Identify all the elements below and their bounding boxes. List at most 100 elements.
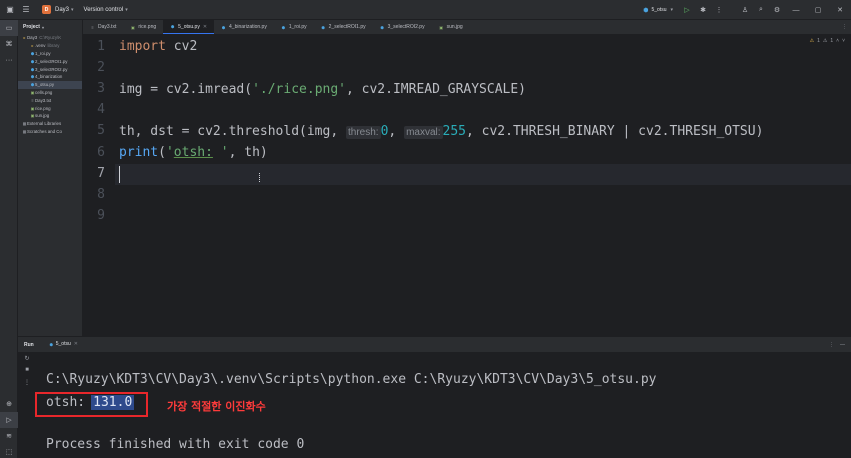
minimize-icon[interactable]: — [785,0,807,20]
tree-item-label: .venv [35,43,46,49]
more-icon[interactable]: ⋮ [842,24,847,30]
structure-icon[interactable]: ⌘ [0,36,18,52]
code-editor[interactable]: 1 2 3 4 5 6 7 8 9 ⚠ 1 ⚠ 1 ˄ ˅ import cv2… [83,35,851,336]
param-hint-maxval: maxval: [404,126,443,139]
tree-item[interactable]: ⬢ 5_otsu.py [18,80,82,89]
annotation-text: 가장 적절한 이진화수 [167,400,266,413]
stop-icon[interactable]: ■ [18,364,36,376]
folder-icon[interactable]: ▭ [0,20,18,36]
line-number: 5 [97,123,105,138]
bug-icon[interactable]: ✱ [695,0,711,20]
py-file-icon: ⬢ [380,24,384,30]
tree-item[interactable]: ⬢ 4_binarization [18,73,82,81]
tree-item-label: cells.png [35,89,53,95]
editor-tab[interactable]: ⬢ 5_otsu.py ✕ [163,20,215,34]
project-panel: Project ▾ ▸ Day3 C:\Ryuzy\K ▸ .venv library ⬢ 1… [18,20,83,336]
chevron-down-icon[interactable]: ˅ [842,38,845,44]
editor-tab[interactable]: ⬢ 3_selectROI2.py [373,20,432,34]
more-tools-icon[interactable]: ··· [0,52,18,68]
editor-tabs: ≡ Day3.txt ▣ rice.png ⬢ 5_otsu.py ✕ ⬢ 4_binariza… [83,20,851,35]
tree-item-label: External Libraries [27,121,62,127]
tree-item[interactable]: ▦ Scratches and Co [18,128,82,136]
line-number: 6 [97,145,105,160]
rerun-icon[interactable]: ↻ [18,352,36,364]
editor-tab-label: 5_otsu.py [178,23,200,30]
line-number: 7 [97,166,105,181]
txt-file-icon: ≡ [91,24,94,30]
editor-tab[interactable]: ⬢ 4_binarization.py [214,20,274,34]
run-console[interactable]: C:\Ryuzy\KDT3\CV\Day3\.venv\Scripts\pyth… [36,352,851,458]
close-icon[interactable]: ✕ [829,0,851,20]
tree-item[interactable]: ⬢ 2_selectROI1.py [18,57,82,65]
code-line-3: img = cv2.imread('./rice.png', cv2.IMREA… [119,82,527,97]
editor-tab[interactable]: ⬢ 1_roi.py [274,20,314,34]
tree-item[interactable]: ▣ rice.png [18,104,82,112]
vcs-widget[interactable]: Version control [84,7,124,13]
text-caret [119,166,120,183]
editor-tab-label: 3_selectROI2.py [387,24,425,30]
warning-count: 1 [817,38,820,44]
editor-tab[interactable]: ⬢ 2_selectROI1.py [314,20,373,34]
editor-tab[interactable]: ▣ rice.png [123,20,163,34]
project-panel-header[interactable]: Project ▾ [18,20,82,34]
highlight-box [35,392,148,417]
gear-icon[interactable]: ⚙ [769,0,785,20]
chevron-up-icon[interactable]: ˄ [836,38,839,44]
weak-warning-count: 1 [830,38,834,44]
tree-item[interactable]: ▦ External Libraries [18,120,82,128]
tree-item[interactable]: ▣ sun.jpg [18,112,82,120]
project-name[interactable]: Day3 [55,7,69,13]
close-icon[interactable]: ✕ [74,341,78,347]
code-line-5: th, dst = cv2.threshold(img, thresh: 0, m… [119,124,764,139]
chevron-down-icon[interactable]: ▾ [42,25,44,30]
tree-item-label: 3_selectROI2.py [35,66,68,72]
run-config-selector[interactable]: 5_otsu [651,7,666,13]
chevron-down-icon[interactable]: ▾ [71,7,74,13]
tree-item[interactable]: ▸ Day3 C:\Ryuzy\K [18,34,82,42]
tree-item[interactable]: ⬢ 3_selectROI2.py [18,65,82,73]
layers-icon[interactable]: ≋ [0,428,18,444]
left-tool-strip: ▭ ⌘ ··· [0,20,18,458]
tree-item-label: Day3 [27,35,38,41]
app-logo-icon: ▣ [6,5,14,14]
warning-icon: ⚠ [809,38,815,44]
user-icon[interactable]: ♙ [737,0,753,20]
chevron-down-icon[interactable]: ▾ [125,7,128,13]
tree-item[interactable]: ▸ .venv library [18,42,82,50]
more-icon[interactable]: ⋮ [711,0,727,20]
minimize-panel-icon[interactable]: — [840,342,845,348]
editor-tab-label: sun.jpg [446,24,463,30]
tree-item[interactable]: ▣ cells.png [18,89,82,97]
tree-item[interactable]: ⬢ 1_roi.py [18,50,82,58]
run-toolbar: ↻ ■ ⋮ [18,352,36,458]
play-icon[interactable]: ▷ [679,0,695,20]
hamburger-icon[interactable]: ☰ [20,4,32,16]
search-icon[interactable]: ⌕ [753,0,769,20]
editor-tab-label: Day3.txt [98,24,117,30]
run-tab-5-otsu[interactable]: ⬢ 5_otsu ✕ [45,337,81,353]
inspection-widget[interactable]: ⚠ 1 ⚠ 1 ˄ ˅ [810,38,845,44]
tree-item-label: rice.png [35,105,51,111]
editor-tab-label: 2_selectROI1.py [328,24,366,30]
editor-tab[interactable]: ▣ sun.jpg [432,20,470,34]
img-file-icon: ▣ [130,24,135,30]
run-config-icon: ⬢ [643,7,649,14]
editor-tab-label: 1_roi.py [288,24,307,30]
left-strip-bottom: ⊕ ▷ ≋ ⬚ [0,396,18,458]
run-tool-icon[interactable]: ▷ [0,412,18,428]
line-number: 1 [97,39,105,54]
project-panel-title: Project [23,24,40,30]
tree-item[interactable]: ≡ Day3.txt [18,96,82,104]
terminal-icon[interactable]: ⬚ [0,444,18,458]
close-icon[interactable]: ✕ [203,24,207,30]
more-icon[interactable]: ⋮ [829,342,834,348]
project-badge[interactable]: D [42,5,51,14]
more-icon[interactable]: ⋮ [18,376,36,388]
line-number: 8 [97,187,105,202]
tree-item-hint: C:\Ryuzy\K [39,35,62,41]
chevron-down-icon[interactable]: ▾ [670,7,673,13]
editor-tab[interactable]: ≡ Day3.txt [83,20,123,34]
tree-item-label: 4_binarization [35,74,63,80]
python-packages-icon[interactable]: ⊕ [0,396,18,412]
maximize-icon[interactable]: ▢ [807,0,829,20]
